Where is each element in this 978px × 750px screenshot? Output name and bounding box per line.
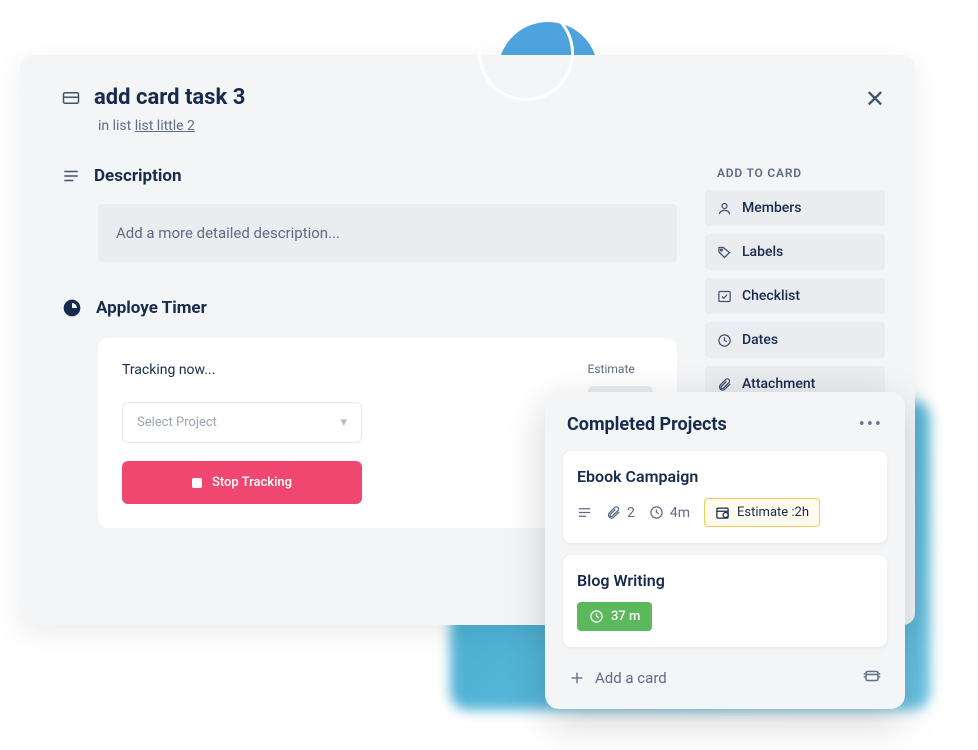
labels-icon	[717, 245, 732, 260]
list-title: Completed Projects	[567, 414, 727, 435]
stop-tracking-button[interactable]: Stop Tracking	[122, 461, 362, 504]
estimate-badge: Estimate :2h	[704, 498, 820, 527]
labels-button[interactable]: Labels	[705, 234, 885, 270]
members-button[interactable]: Members	[705, 190, 885, 226]
sidebar-heading: ADD TO CARD	[717, 166, 885, 180]
dates-button[interactable]: Dates	[705, 322, 885, 358]
select-placeholder: Select Project	[137, 415, 217, 430]
estimate-text: Estimate :2h	[737, 505, 809, 520]
apploye-logo-icon	[62, 298, 82, 318]
sidebar-label: Attachment	[742, 376, 815, 392]
attachment-icon	[717, 377, 732, 392]
template-icon	[863, 667, 881, 685]
time-badge: 37 m	[577, 602, 652, 631]
sidebar-label: Checklist	[742, 288, 800, 304]
paperclip-icon	[606, 505, 621, 520]
checklist-button[interactable]: Checklist	[705, 278, 885, 314]
list-link[interactable]: list little 2	[135, 118, 195, 134]
clock-icon	[589, 609, 604, 624]
attachment-count: 2	[606, 505, 635, 521]
card-title[interactable]: add card task 3	[94, 85, 245, 110]
stop-icon	[192, 478, 202, 488]
plus-icon	[569, 670, 585, 686]
close-button[interactable]: ✕	[861, 81, 889, 117]
time-indicator: 4m	[649, 505, 690, 521]
list-item[interactable]: Blog Writing 37 m	[563, 555, 887, 647]
add-card-button[interactable]: Add a card	[569, 669, 667, 687]
description-indicator	[577, 505, 592, 520]
list-menu-button[interactable]: •••	[859, 414, 883, 435]
sidebar-label: Members	[742, 200, 801, 216]
text-icon	[577, 505, 592, 520]
description-icon	[62, 167, 80, 185]
attachment-value: 2	[627, 505, 635, 521]
stop-label: Stop Tracking	[212, 475, 292, 490]
timer-heading: Apploye Timer	[96, 298, 207, 318]
clock-icon	[649, 505, 664, 520]
chevron-down-icon: ▾	[340, 415, 347, 430]
card-subtitle: in list list little 2	[98, 118, 861, 134]
subtitle-prefix: in list	[98, 118, 135, 134]
sidebar-label: Dates	[742, 332, 778, 348]
sidebar-label: Labels	[742, 244, 783, 260]
tracking-status: Tracking now...	[122, 362, 564, 378]
description-input[interactable]: Add a more detailed description...	[98, 204, 677, 262]
members-icon	[717, 201, 732, 216]
estimate-label: Estimate	[588, 362, 653, 376]
card-icon	[62, 89, 80, 107]
decorative-ring	[478, 5, 574, 101]
checklist-icon	[717, 289, 732, 304]
item-title: Ebook Campaign	[577, 467, 873, 486]
time-badge-value: 37 m	[611, 609, 640, 624]
time-value: 4m	[670, 505, 690, 521]
clock-icon	[717, 333, 732, 348]
template-button[interactable]	[863, 667, 881, 689]
calendar-clock-icon	[715, 505, 730, 520]
completed-projects-list: Completed Projects ••• Ebook Campaign 2 …	[545, 392, 905, 709]
select-project-dropdown[interactable]: Select Project ▾	[122, 402, 362, 443]
list-item[interactable]: Ebook Campaign 2 4m Estimate :2h	[563, 451, 887, 543]
add-card-label: Add a card	[595, 669, 667, 687]
description-heading: Description	[94, 166, 181, 186]
item-title: Blog Writing	[577, 571, 873, 590]
